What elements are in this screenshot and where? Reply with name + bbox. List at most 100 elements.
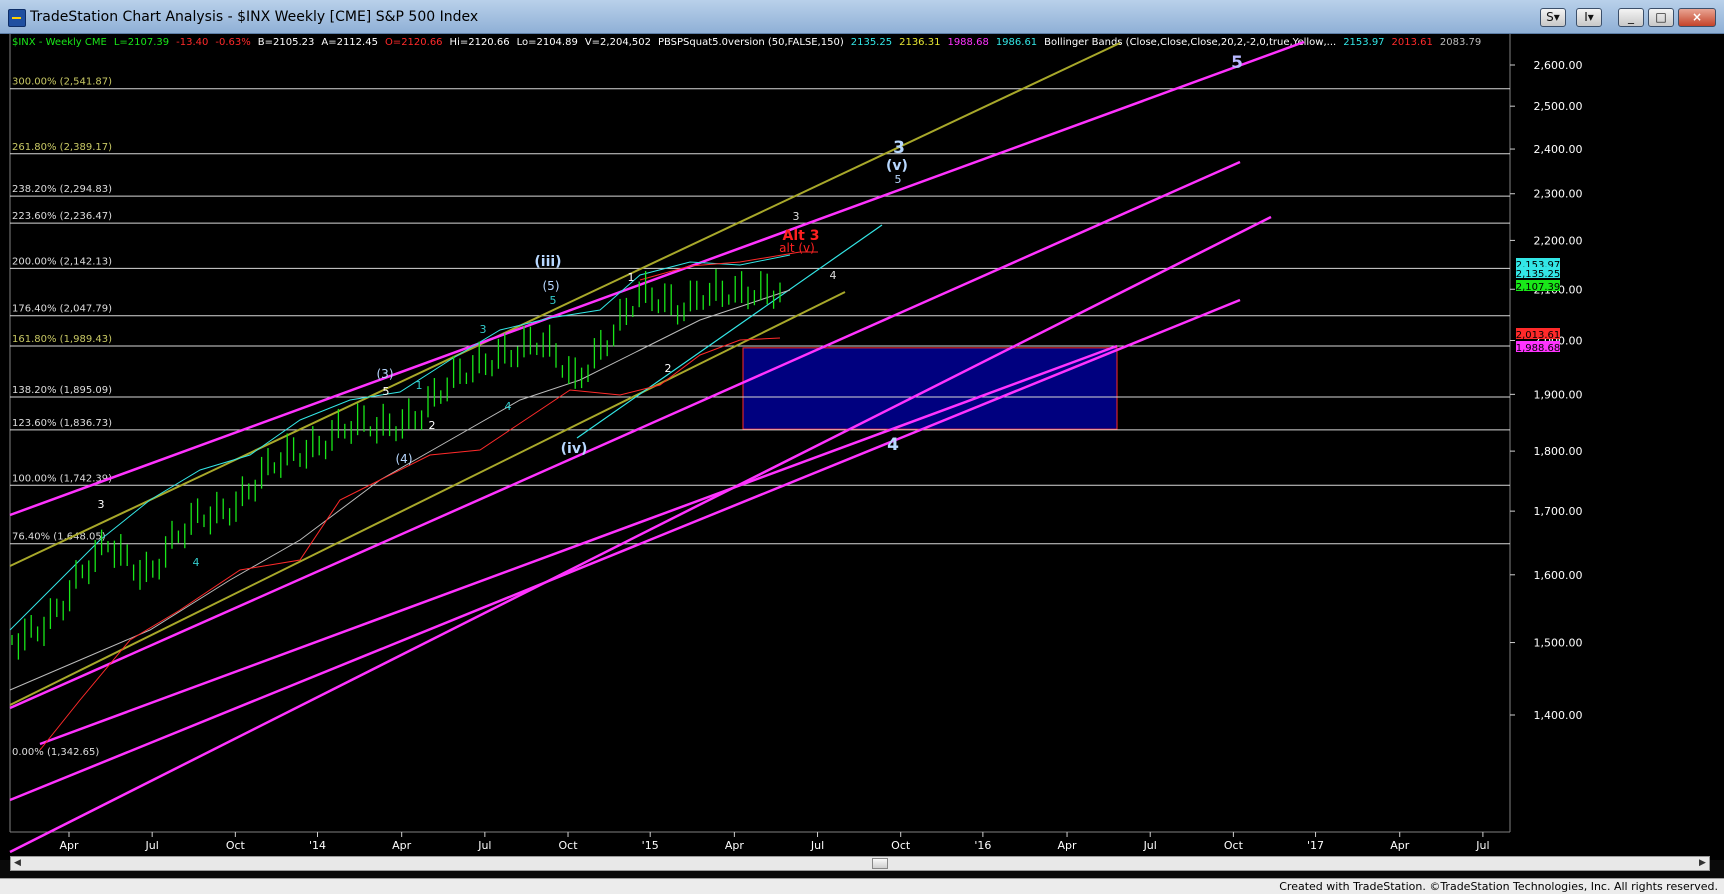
header-value: B=2105.23 bbox=[258, 37, 315, 48]
header-value: V=2,204,502 bbox=[585, 37, 651, 48]
fib-level-label: 138.20% (1,895.09) bbox=[12, 385, 112, 396]
header-value: L=2107.39 bbox=[114, 37, 169, 48]
x-tick-label: Oct bbox=[1224, 839, 1244, 852]
header-value: -13.40 bbox=[176, 37, 208, 48]
fib-level-label: 0.00% (1,342.65) bbox=[12, 747, 99, 758]
fib-level-label: 176.40% (2,047.79) bbox=[12, 304, 112, 315]
wave-label: 3 bbox=[98, 498, 105, 511]
x-tick-label: Oct bbox=[226, 839, 246, 852]
indicator-button[interactable]: I▾ bbox=[1576, 8, 1602, 27]
scroll-left-icon[interactable]: ◀ bbox=[11, 857, 24, 870]
copyright-text: Created with TradeStation. ©TradeStation… bbox=[1279, 880, 1718, 893]
wave-label: 5 bbox=[895, 173, 902, 186]
fib-level-label: 76.40% (1,648.05) bbox=[12, 532, 106, 543]
x-tick-label: Oct bbox=[891, 839, 911, 852]
indicator-button-label: I bbox=[1584, 10, 1588, 24]
header-value: 2153.97 bbox=[1343, 37, 1384, 48]
header-value: Hi=2120.66 bbox=[450, 37, 510, 48]
x-tick-label: Apr bbox=[1058, 839, 1078, 852]
header-value: 2135.25 bbox=[851, 37, 892, 48]
y-tick-label: 2,300.00 bbox=[1534, 188, 1583, 201]
x-tick-label: Apr bbox=[59, 839, 79, 852]
fib-level-label: 161.80% (1,989.43) bbox=[12, 334, 112, 345]
title-bar[interactable]: TradeStation Chart Analysis - $INX Weekl… bbox=[0, 0, 1724, 34]
fib-level-label: 123.60% (1,836.73) bbox=[12, 418, 112, 429]
x-tick-label: '16 bbox=[974, 839, 991, 852]
price-tag-label: 1,988.68 bbox=[1516, 343, 1561, 354]
x-tick-label: '15 bbox=[642, 839, 659, 852]
y-tick-label: 1,500.00 bbox=[1534, 637, 1583, 650]
header-value: PBSPSquat5.0version (50,FALSE,150) bbox=[658, 37, 844, 48]
x-tick-label: Jul bbox=[810, 839, 824, 852]
scroll-thumb[interactable] bbox=[872, 858, 888, 869]
symbol-button[interactable]: S▾ bbox=[1540, 8, 1566, 27]
x-tick-label: Jul bbox=[145, 839, 159, 852]
horizontal-scrollbar[interactable]: ◀ ▶ bbox=[10, 856, 1710, 871]
price-chart[interactable]: $INX - Weekly CME L=2107.39 -13.40 -0.63% B=… bbox=[0, 34, 1724, 860]
wave-label: 4 bbox=[193, 556, 200, 569]
close-icon: × bbox=[1691, 10, 1703, 24]
header-value: 1988.68 bbox=[947, 37, 988, 48]
header-value: A=2112.45 bbox=[321, 37, 378, 48]
close-button[interactable]: × bbox=[1678, 8, 1716, 27]
header-value: O=2120.66 bbox=[385, 37, 443, 48]
y-tick-label: 1,600.00 bbox=[1534, 569, 1583, 582]
wave-label: 4 bbox=[887, 435, 899, 455]
header-value: 2136.31 bbox=[899, 37, 940, 48]
wave-label: 4 bbox=[830, 269, 837, 282]
y-tick-label: 1,700.00 bbox=[1534, 505, 1583, 518]
header-value: 2013.61 bbox=[1392, 37, 1433, 48]
x-tick-label: Apr bbox=[1390, 839, 1410, 852]
y-tick-label: 2,600.00 bbox=[1534, 59, 1583, 72]
wave-label: (4) bbox=[396, 452, 413, 466]
wave-label: 4 bbox=[505, 400, 512, 413]
wave-label: 1 bbox=[416, 379, 423, 392]
price-tag-label: 2,107.39 bbox=[1516, 282, 1561, 293]
fib-level-label: 300.00% (2,541.87) bbox=[12, 77, 112, 88]
x-tick-label: Jul bbox=[1475, 839, 1489, 852]
chart-area[interactable]: $INX - Weekly CME L=2107.39 -13.40 -0.63% B=… bbox=[0, 34, 1724, 860]
wave-label: (3) bbox=[377, 367, 394, 381]
wave-label: 2 bbox=[665, 362, 672, 375]
header-value: 2083.79 bbox=[1440, 37, 1481, 48]
minimize-icon: _ bbox=[1628, 10, 1634, 24]
fib-level-label: 200.00% (2,142.13) bbox=[12, 256, 112, 267]
x-tick-label: Oct bbox=[559, 839, 579, 852]
wave-label: alt (v) bbox=[779, 241, 815, 255]
price-tag-label: 2,013.61 bbox=[1516, 330, 1561, 341]
wave-label: 5 bbox=[1231, 53, 1243, 73]
tradestation-app-icon bbox=[8, 9, 26, 27]
x-tick-label: Jul bbox=[1143, 839, 1157, 852]
x-tick-label: '17 bbox=[1307, 839, 1324, 852]
y-tick-label: 2,200.00 bbox=[1534, 234, 1583, 247]
wave-label: 3 bbox=[793, 210, 800, 223]
maximize-icon: □ bbox=[1655, 10, 1667, 24]
wave-label: 2 bbox=[429, 419, 436, 432]
y-tick-label: 2,500.00 bbox=[1534, 100, 1583, 113]
wave-label: (iii) bbox=[534, 254, 561, 270]
x-tick-label: '14 bbox=[309, 839, 326, 852]
header-value: 1986.61 bbox=[996, 37, 1037, 48]
x-tick-label: Apr bbox=[392, 839, 412, 852]
y-tick-label: 1,800.00 bbox=[1534, 445, 1583, 458]
y-tick-label: 1,400.00 bbox=[1534, 709, 1583, 722]
fib-level-label: 223.60% (2,236.47) bbox=[12, 211, 112, 222]
header-value: Lo=2104.89 bbox=[517, 37, 578, 48]
wave-label: (iv) bbox=[561, 441, 588, 457]
y-tick-label: 2,400.00 bbox=[1534, 143, 1583, 156]
header-value: -0.63% bbox=[215, 37, 250, 48]
wave-label: 3 bbox=[480, 323, 487, 336]
wave-label: (v) bbox=[886, 158, 908, 174]
status-bar: Created with TradeStation. ©TradeStation… bbox=[0, 878, 1724, 894]
x-tick-label: Jul bbox=[477, 839, 491, 852]
window-title: TradeStation Chart Analysis - $INX Weekl… bbox=[30, 9, 479, 25]
x-tick-label: Apr bbox=[725, 839, 745, 852]
fib-level-label: 261.80% (2,389.17) bbox=[12, 142, 112, 153]
maximize-button[interactable]: □ bbox=[1648, 8, 1674, 27]
scroll-right-icon[interactable]: ▶ bbox=[1696, 857, 1709, 870]
price-tag-label: 2,135.25 bbox=[1516, 269, 1561, 280]
wave-label: 1 bbox=[628, 271, 635, 284]
wave-label: 5 bbox=[383, 385, 390, 398]
minimize-button[interactable]: _ bbox=[1618, 8, 1644, 27]
y-tick-label: 1,900.00 bbox=[1534, 388, 1583, 401]
